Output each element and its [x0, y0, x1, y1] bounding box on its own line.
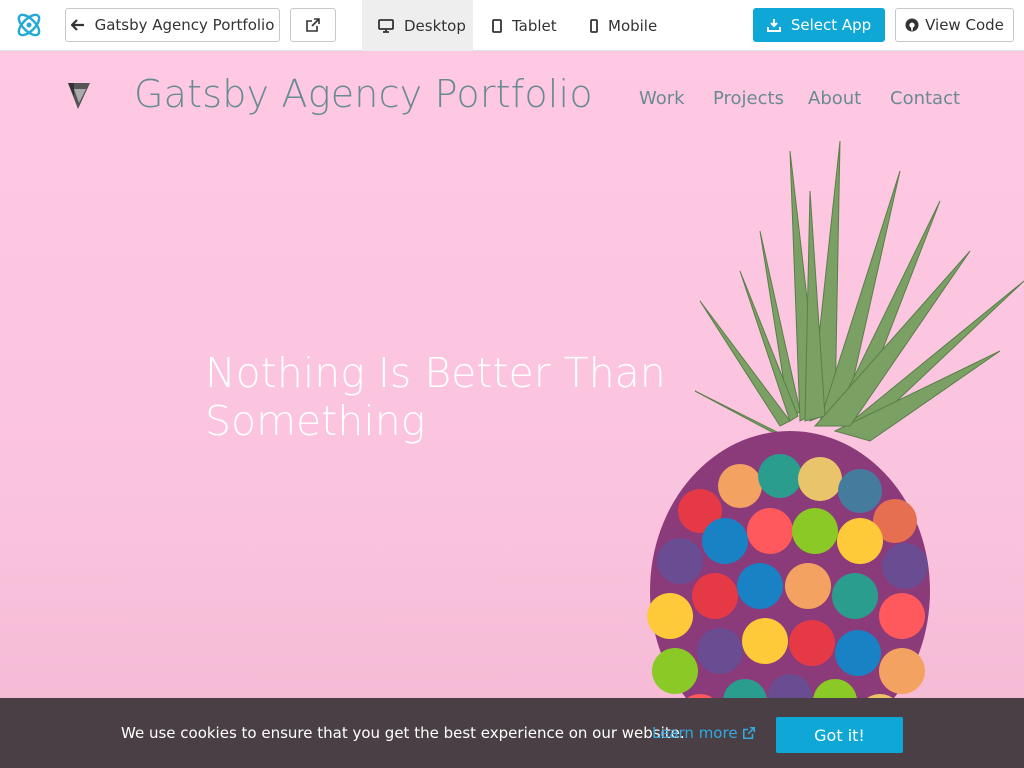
back-button-label: Gatsby Agency Portfolio — [94, 16, 275, 34]
arrow-left-icon — [70, 19, 85, 31]
hero-headline: Nothing Is Better Than Something — [205, 349, 666, 445]
device-desktop-tab[interactable]: Desktop — [362, 0, 473, 51]
device-mobile-label: Mobile — [608, 16, 658, 35]
pineapple-image — [647, 140, 1024, 759]
cookie-message: We use cookies to ensure that you get th… — [121, 724, 685, 742]
site-title[interactable]: Gatsby Agency Portfolio — [134, 72, 593, 116]
device-mobile-tab[interactable]: Mobile — [574, 0, 673, 51]
app-logo-icon[interactable] — [13, 9, 45, 41]
device-tablet-label: Tablet — [512, 16, 557, 35]
select-app-label: Select App — [790, 16, 872, 34]
desktop-icon — [378, 18, 394, 33]
site-logo-icon[interactable] — [66, 81, 92, 111]
device-tablet-tab[interactable]: Tablet — [476, 0, 573, 51]
accept-cookies-button[interactable]: Got it! — [776, 717, 903, 753]
external-link-icon — [305, 17, 321, 33]
download-icon — [766, 18, 781, 32]
view-code-label: View Code — [925, 16, 1004, 34]
external-link-icon — [742, 726, 756, 740]
learn-more-label: Learn more — [652, 724, 738, 742]
hero-section: Gatsby Agency Portfolio Work Projects Ab… — [0, 51, 1024, 768]
tablet-icon — [492, 18, 502, 33]
back-to-app-button[interactable]: Gatsby Agency Portfolio — [65, 8, 280, 42]
device-desktop-label: Desktop — [404, 16, 466, 35]
view-code-button[interactable]: View Code — [895, 8, 1014, 42]
github-icon — [905, 18, 919, 32]
learn-more-link[interactable]: Learn more — [652, 724, 756, 742]
open-external-button[interactable] — [290, 8, 336, 42]
cookie-banner: We use cookies to ensure that you get th… — [0, 698, 1024, 768]
top-toolbar: Gatsby Agency Portfolio Desktop Tablet M… — [0, 0, 1024, 51]
select-app-button[interactable]: Select App — [753, 8, 885, 42]
mobile-icon — [590, 18, 598, 33]
